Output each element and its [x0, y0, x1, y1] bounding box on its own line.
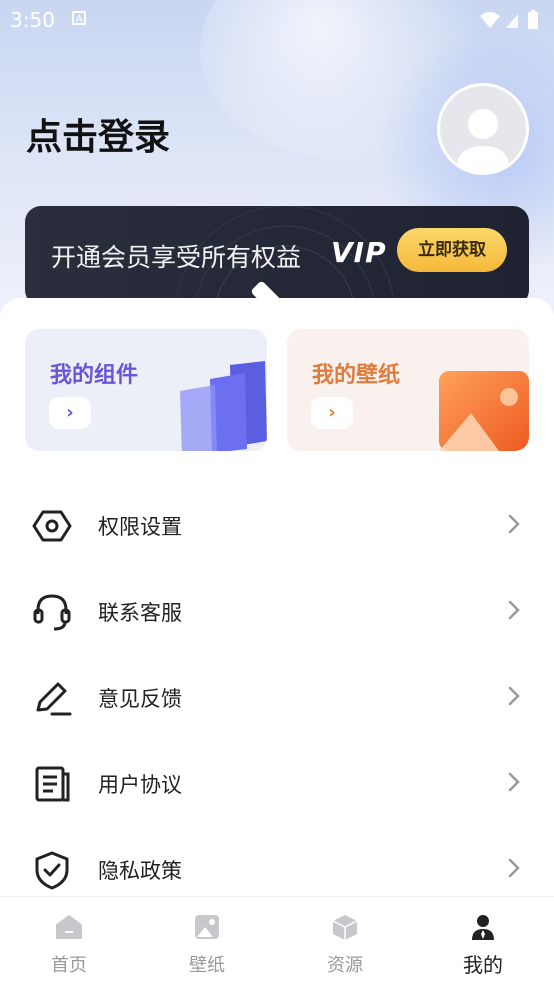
menu-label: 用户协议 — [98, 773, 182, 797]
vip-badge: VIP — [331, 236, 387, 269]
wallpaper-picture-icon — [439, 371, 529, 451]
tab-wallpaper[interactable]: 壁纸 — [138, 897, 276, 985]
vip-banner[interactable]: 开通会员享受所有权益 VIP 立即获取 — [25, 206, 529, 306]
home-icon — [56, 915, 82, 939]
chevron-right-icon — [508, 600, 520, 620]
chevron-right-icon — [508, 514, 520, 534]
tab-label: 壁纸 — [189, 955, 225, 976]
headset-icon — [33, 594, 71, 631]
tab-home[interactable]: 首页 — [0, 897, 138, 985]
widget-blocks-icon — [180, 361, 267, 451]
notification-app-icon: A — [72, 11, 86, 25]
chevron-right-icon[interactable]: › — [49, 397, 91, 429]
wifi-icon — [480, 12, 500, 28]
get-vip-button[interactable]: 立即获取 — [397, 228, 507, 272]
login-prompt[interactable]: 点击登录 — [26, 108, 170, 160]
tab-resources[interactable]: 资源 — [276, 897, 414, 985]
status-icons — [478, 8, 542, 36]
menu-item-user-agreement[interactable]: 用户协议 — [0, 740, 554, 826]
pencil-icon — [36, 682, 72, 716]
menu-label: 权限设置 — [98, 515, 182, 539]
menu-item-permissions[interactable]: 权限设置 — [0, 482, 554, 568]
shield-check-icon — [35, 851, 69, 890]
chevron-right-icon — [508, 686, 520, 706]
cube-icon — [332, 915, 358, 940]
card-title: 我的壁纸 — [312, 363, 401, 388]
tab-mine[interactable]: 我的 — [414, 897, 552, 985]
battery-icon — [528, 10, 538, 29]
my-wallpapers-card[interactable]: 我的壁纸 › — [287, 329, 529, 451]
default-avatar-icon — [456, 109, 510, 172]
status-time: 3:50 — [10, 8, 55, 32]
hexagon-settings-icon — [32, 510, 72, 542]
chevron-right-icon[interactable]: › — [311, 397, 353, 429]
menu-item-customer-service[interactable]: 联系客服 — [0, 568, 554, 654]
status-bar: 3:50 A — [0, 0, 554, 40]
user-icon — [472, 915, 494, 940]
menu-item-feedback[interactable]: 意见反馈 — [0, 654, 554, 740]
signal-icon — [506, 14, 518, 28]
document-icon — [35, 766, 70, 802]
tab-label: 资源 — [327, 955, 363, 976]
tab-label: 首页 — [51, 955, 87, 976]
tab-label: 我的 — [463, 953, 503, 977]
bottom-tab-bar: 首页 壁纸 资源 我的 — [0, 896, 554, 985]
menu-label: 隐私政策 — [98, 859, 182, 883]
chevron-right-icon — [508, 858, 520, 878]
menu-label: 意见反馈 — [98, 687, 182, 711]
menu-label: 联系客服 — [98, 601, 182, 625]
avatar[interactable] — [437, 83, 529, 175]
chevron-right-icon — [508, 772, 520, 792]
my-widgets-card[interactable]: 我的组件 › — [25, 329, 267, 451]
vip-promo-text: 开通会员享受所有权益 — [51, 243, 302, 272]
image-icon — [195, 915, 219, 939]
card-title: 我的组件 — [50, 363, 139, 388]
